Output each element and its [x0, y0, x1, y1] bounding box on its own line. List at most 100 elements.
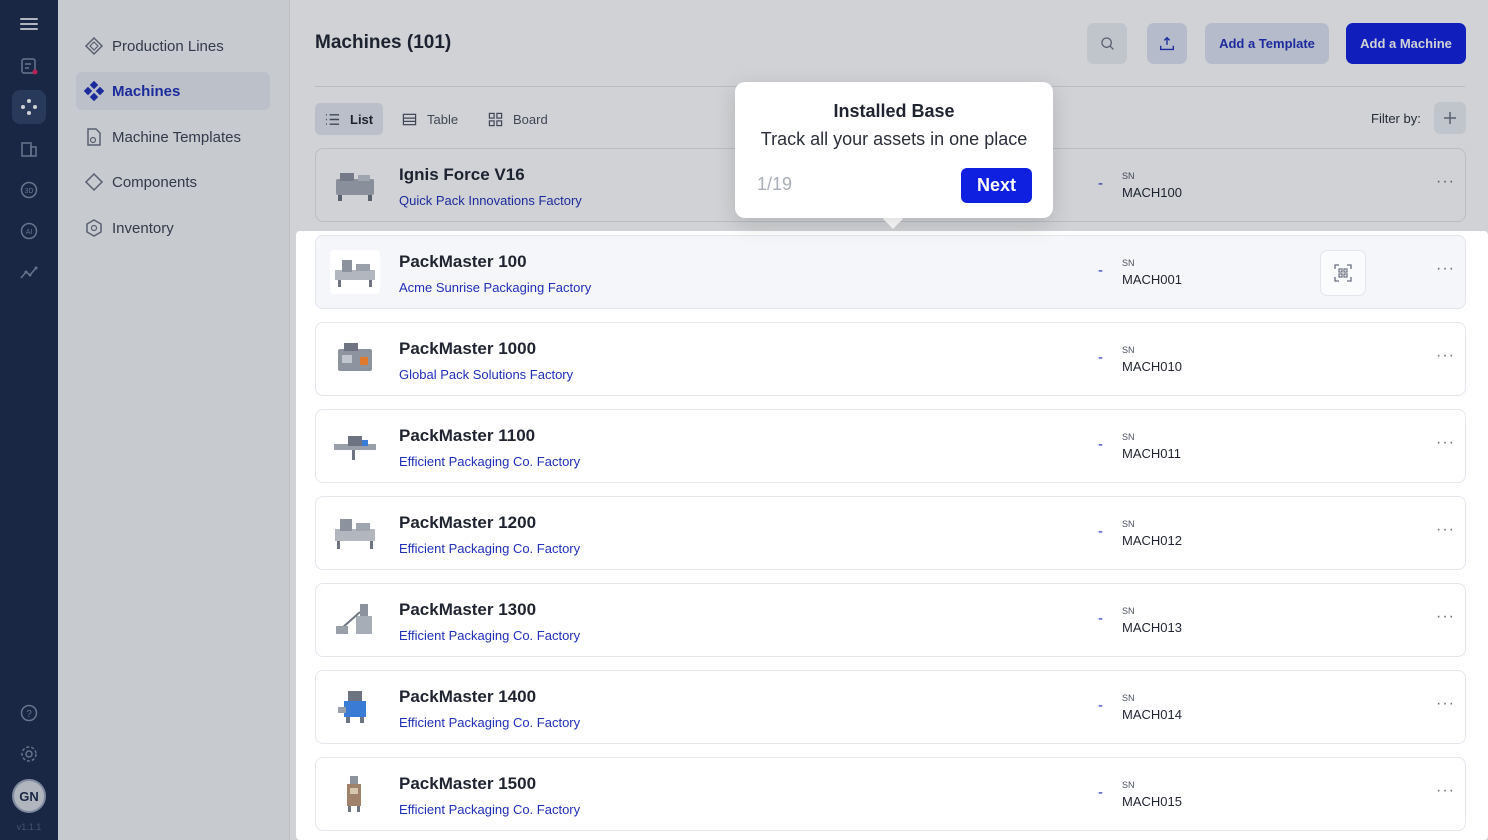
factory-link[interactable]: Efficient Packaging Co. Factory — [399, 454, 580, 469]
factory-link[interactable]: Efficient Packaging Co. Factory — [399, 628, 580, 643]
tab-board-label: Board — [513, 111, 548, 127]
subnav-item-label: Production Lines — [112, 37, 224, 55]
sn-label: SN — [1122, 171, 1135, 181]
filter-label: Filter by: — [1371, 111, 1421, 126]
subnav-item-machine-templates[interactable]: Machine Templates — [76, 118, 270, 156]
factory-link[interactable]: Acme Sunrise Packaging Factory — [399, 280, 591, 295]
status-value: - — [1098, 175, 1103, 192]
hamburger-menu-icon[interactable] — [12, 7, 46, 41]
left-rail: 3D AI ? GN v1.1.1 — [0, 0, 58, 840]
machine-templates-icon — [87, 128, 101, 146]
machine-name[interactable]: PackMaster 1000 — [399, 339, 536, 359]
more-options-button[interactable]: ··· — [1436, 695, 1455, 713]
import-button[interactable] — [1147, 23, 1187, 64]
tab-table[interactable]: Table — [392, 103, 468, 135]
list-item[interactable]: PackMaster 1000 Global Pack Solutions Fa… — [315, 322, 1466, 396]
machine-thumbnail — [330, 163, 380, 207]
subnav-item-machines[interactable]: Machines — [76, 72, 270, 110]
help-icon[interactable]: ? — [12, 696, 46, 730]
machine-name[interactable]: Ignis Force V16 — [399, 165, 525, 185]
avatar[interactable]: GN — [12, 779, 46, 813]
search-icon — [1100, 37, 1114, 50]
machine-name[interactable]: PackMaster 1100 — [399, 426, 535, 446]
machine-thumbnail — [330, 598, 380, 642]
popover-title: Installed Base — [833, 101, 955, 121]
more-options-button[interactable]: ··· — [1436, 173, 1455, 191]
machine-name[interactable]: PackMaster 1400 — [399, 687, 536, 707]
installed-base-icon[interactable] — [12, 90, 46, 124]
list-item[interactable]: PackMaster 1100 Efficient Packaging Co. … — [315, 409, 1466, 483]
subnav-item-components[interactable]: Components — [76, 163, 270, 201]
machines-icon — [84, 81, 104, 101]
tickets-icon[interactable] — [12, 49, 46, 83]
machine-thumbnail — [330, 511, 380, 555]
more-options-button[interactable]: ··· — [1436, 260, 1455, 278]
subnav-item-label: Machine Templates — [112, 128, 241, 146]
list-item[interactable]: PackMaster 100 Acme Sunrise Packaging Fa… — [315, 235, 1466, 309]
add-machine-button[interactable]: Add a Machine — [1346, 23, 1466, 64]
add-template-button[interactable]: Add a Template — [1205, 23, 1329, 64]
factory-link[interactable]: Efficient Packaging Co. Factory — [399, 541, 580, 556]
more-options-button[interactable]: ··· — [1436, 608, 1455, 626]
building-icon[interactable] — [12, 132, 46, 166]
tab-list-label: List — [350, 111, 374, 127]
qr-code-button[interactable] — [1320, 250, 1366, 296]
serial-number: MACH015 — [1122, 794, 1182, 809]
tab-list[interactable]: List — [315, 103, 384, 135]
machine-name[interactable]: PackMaster 100 — [399, 252, 527, 272]
analytics-icon[interactable] — [12, 256, 46, 290]
plus-icon — [1444, 112, 1456, 124]
3d-icon[interactable]: 3D — [12, 173, 46, 207]
status-value: - — [1098, 262, 1103, 279]
more-options-button[interactable]: ··· — [1436, 434, 1455, 452]
factory-link[interactable]: Quick Pack Innovations Factory — [399, 193, 582, 208]
machine-name[interactable]: PackMaster 1500 — [399, 774, 536, 794]
factory-link[interactable]: Efficient Packaging Co. Factory — [399, 715, 580, 730]
production-lines-icon — [84, 36, 104, 56]
subnav-item-production-lines[interactable]: Production Lines — [76, 27, 270, 65]
list-item[interactable]: PackMaster 1400 Efficient Packaging Co. … — [315, 670, 1466, 744]
subnav-item-label: Machines — [112, 82, 181, 100]
tab-board[interactable]: Board — [478, 103, 558, 135]
status-value: - — [1098, 697, 1103, 714]
machine-name[interactable]: PackMaster 1300 — [399, 600, 536, 620]
more-options-button[interactable]: ··· — [1436, 782, 1455, 800]
more-options-button[interactable]: ··· — [1436, 347, 1455, 365]
svg-text:3D: 3D — [25, 188, 34, 195]
popover-text: Track all your assets in one place — [760, 129, 1028, 149]
serial-number: MACH014 — [1122, 707, 1182, 722]
sn-label: SN — [1122, 345, 1135, 355]
machine-thumbnail — [330, 772, 380, 816]
status-value: - — [1098, 349, 1103, 366]
serial-number: MACH100 — [1122, 185, 1182, 200]
sn-label: SN — [1122, 258, 1135, 268]
factory-link[interactable]: Global Pack Solutions Factory — [399, 367, 573, 382]
svg-text:?: ? — [26, 709, 32, 720]
machine-name[interactable]: PackMaster 1200 — [399, 513, 536, 533]
inventory-icon — [86, 219, 102, 237]
subnav-item-inventory[interactable]: Inventory — [76, 209, 270, 247]
list-item[interactable]: PackMaster 1500 Efficient Packaging Co. … — [315, 757, 1466, 831]
qr-code-icon — [1334, 264, 1352, 282]
next-button[interactable]: Next — [961, 168, 1032, 203]
popover-step-counter: 1/19 — [757, 174, 793, 194]
ai-icon[interactable]: AI — [12, 214, 46, 248]
list-item[interactable]: PackMaster 1300 Efficient Packaging Co. … — [315, 583, 1466, 657]
machine-thumbnail — [330, 250, 380, 294]
status-value: - — [1098, 784, 1103, 801]
serial-number: MACH011 — [1122, 446, 1182, 461]
sn-label: SN — [1122, 780, 1135, 790]
add-filter-button[interactable] — [1434, 102, 1466, 134]
machine-thumbnail — [330, 685, 380, 729]
page-title: Machines (101) — [315, 32, 452, 53]
factory-link[interactable]: Efficient Packaging Co. Factory — [399, 802, 580, 817]
machine-thumbnail — [330, 424, 380, 468]
more-options-button[interactable]: ··· — [1436, 521, 1455, 539]
gear-icon[interactable] — [12, 737, 46, 771]
sn-label: SN — [1122, 432, 1135, 442]
search-button[interactable] — [1087, 23, 1127, 64]
list-item[interactable]: PackMaster 1200 Efficient Packaging Co. … — [315, 496, 1466, 570]
serial-number: MACH012 — [1122, 533, 1182, 548]
tab-table-label: Table — [427, 111, 459, 127]
svg-text:AI: AI — [26, 229, 33, 236]
